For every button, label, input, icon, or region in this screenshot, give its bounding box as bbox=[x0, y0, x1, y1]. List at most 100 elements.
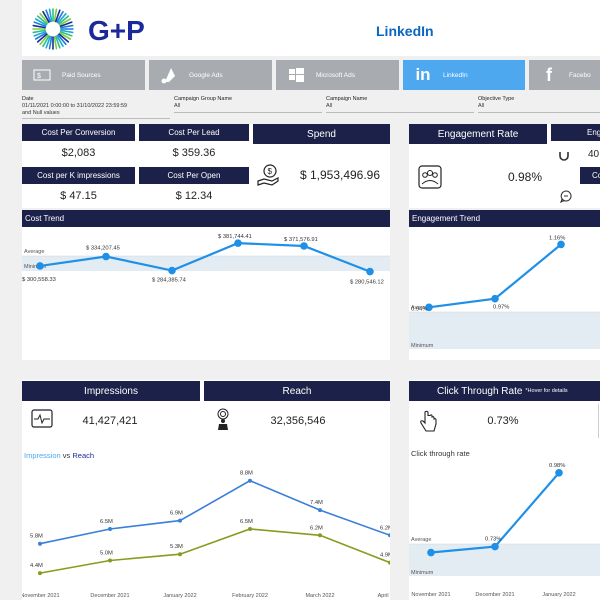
campaign-name-label: Campaign Name bbox=[326, 96, 368, 102]
average-label: Average bbox=[24, 249, 44, 255]
data-point bbox=[318, 533, 322, 538]
x-tick-label: April 2022 bbox=[378, 593, 390, 599]
kpi-spend-value: $ 1,953,496.96 bbox=[299, 168, 381, 182]
data-label: 6.5M bbox=[240, 519, 253, 525]
facebook-icon: f bbox=[546, 64, 552, 85]
x-tick-label: January 2022 bbox=[542, 592, 575, 598]
objective-type-label: Objective Type bbox=[478, 96, 515, 102]
x-tick-label: November 2021 bbox=[411, 592, 450, 598]
kpi-eng-header: Eng bbox=[551, 124, 600, 141]
pulse-monitor-icon bbox=[30, 408, 54, 435]
click-through-rate-chart: Average Minimum 0.73% 0.98% November 2021 Dec… bbox=[409, 463, 600, 598]
kpi-reach-value: 32,356,546 bbox=[270, 415, 326, 427]
linkedin-logo: LinkedIn bbox=[376, 22, 434, 40]
data-label: 5.8M bbox=[30, 534, 43, 540]
campaign-group-label: Campaign Group Name bbox=[174, 96, 233, 102]
kpi-engagement-rate-value: 0.98% bbox=[507, 170, 543, 184]
ctr-panel-divider bbox=[598, 404, 599, 438]
svg-text:$: $ bbox=[37, 73, 41, 80]
gp-logo-burst-icon: G+P bbox=[32, 8, 145, 50]
kpi-impressions-header: Impressions bbox=[22, 381, 200, 401]
kpi-ctr-value: 0.73% bbox=[487, 415, 519, 427]
kpi-ctr-hint: *Hover for details bbox=[525, 388, 568, 394]
vs-word: vs bbox=[60, 451, 73, 460]
impression-vs-reach-chart: 5.8M 6.5M 6.9M 8.8M 7.4M 6.2M 4.4M 5.0M 5.3M 6.5M… bbox=[22, 471, 390, 599]
brand-text: G+P bbox=[88, 15, 145, 46]
data-point bbox=[427, 548, 435, 557]
linkedin-wordmark: LinkedIn bbox=[376, 23, 434, 39]
x-tick-label: March 2022 bbox=[305, 593, 334, 599]
kpi-ctr-header: Click Through Rate *Hover for details bbox=[409, 381, 600, 401]
data-label: 1.16% bbox=[549, 235, 565, 241]
minimum-label: Minimum bbox=[411, 343, 434, 349]
cost-trend-title: Cost Trend bbox=[22, 210, 390, 227]
money-hand-icon: $ bbox=[256, 162, 282, 193]
data-point bbox=[102, 252, 110, 261]
kpi-reach-header: Reach bbox=[204, 381, 390, 401]
date-filter-value: 01/11/2021 0:00:00 to 31/10/2022 23:59:5… bbox=[22, 103, 128, 109]
gp-logo: G+P bbox=[30, 6, 150, 52]
minimum-band bbox=[409, 312, 600, 349]
data-label: $ 371,576.91 bbox=[284, 237, 318, 243]
x-tick-label: November 2021 bbox=[22, 593, 60, 599]
data-label: 6.2M bbox=[380, 525, 390, 531]
data-point bbox=[38, 541, 42, 546]
kpi-engagement-rate-header: Engagement Rate bbox=[409, 124, 547, 144]
data-point bbox=[248, 527, 252, 531]
data-point bbox=[234, 239, 242, 247]
x-tick-label: December 2021 bbox=[475, 592, 514, 598]
data-point bbox=[36, 262, 44, 270]
data-label: 5.0M bbox=[100, 551, 113, 557]
tab-linkedin[interactable]: in LinkedIn bbox=[403, 60, 525, 90]
campaign-name-filter[interactable]: Campaign Name All bbox=[326, 96, 474, 110]
data-point bbox=[248, 478, 252, 483]
data-label: $ 280,546.12 bbox=[350, 280, 384, 286]
kpi-cost-per-lead-header: Cost Per Lead bbox=[139, 124, 249, 141]
kpi-cost-per-k-impressions-value: $ 47.15 bbox=[60, 190, 97, 202]
tab-google-ads[interactable]: Google Ads bbox=[149, 60, 272, 90]
svg-text:$: $ bbox=[268, 167, 273, 176]
impression-vs-reach-title: Impression vs Reach bbox=[24, 451, 94, 460]
filter-divider bbox=[478, 112, 600, 113]
kpi-impressions-value: 41,427,421 bbox=[82, 415, 138, 427]
tab-paid-sources[interactable]: $ Paid Sources bbox=[22, 60, 145, 90]
tab-label: Paid Sources bbox=[62, 71, 101, 79]
linkedin-icon: in bbox=[415, 65, 431, 84]
data-label: 4.4M bbox=[30, 563, 43, 569]
data-point bbox=[318, 508, 322, 513]
data-label: 6.5M bbox=[100, 519, 113, 525]
campaign-group-filter[interactable]: Campaign Group Name All bbox=[174, 96, 322, 110]
data-label: 6.2M bbox=[310, 525, 323, 531]
filter-divider bbox=[174, 112, 322, 113]
data-point bbox=[366, 267, 374, 276]
data-label: $ 381,744.41 bbox=[218, 234, 252, 240]
data-point bbox=[178, 518, 182, 523]
tab-label: Microsoft Ads bbox=[316, 71, 356, 79]
objective-type-filter[interactable]: Objective Type All bbox=[478, 96, 600, 110]
campaign-name-value: All bbox=[326, 103, 333, 109]
tab-facebook[interactable]: f Facebo bbox=[529, 60, 600, 90]
average-label: Average bbox=[411, 537, 431, 543]
magnet-icon bbox=[557, 148, 571, 167]
data-point bbox=[108, 527, 112, 531]
data-label: $ 334,207.45 bbox=[86, 246, 120, 252]
date-filter[interactable]: Date 01/11/2021 0:00:00 to 31/10/2022 23… bbox=[22, 96, 170, 117]
data-label: 0.94% bbox=[411, 306, 427, 312]
x-tick-label: February 2022 bbox=[232, 593, 268, 599]
objective-type-value: All bbox=[478, 103, 485, 109]
data-point bbox=[557, 240, 565, 249]
data-point bbox=[168, 266, 176, 275]
x-tick-label: January 2022 bbox=[163, 593, 196, 599]
google-ads-icon bbox=[149, 66, 189, 84]
data-point bbox=[108, 558, 112, 563]
kpi-cost-per-conversion-value: $2,083 bbox=[61, 147, 96, 159]
tab-label: Google Ads bbox=[189, 71, 223, 79]
kpi-eng-value: 40 bbox=[588, 148, 600, 160]
impression-word: Impression bbox=[24, 451, 61, 460]
data-point bbox=[178, 552, 182, 557]
engagement-trend-chart: AverageMinimum0.94% 0.97%1.16% bbox=[409, 235, 600, 349]
kpi-spend-header: Spend bbox=[253, 124, 390, 144]
tab-microsoft-ads[interactable]: Microsoft Ads bbox=[276, 60, 399, 90]
data-label: 5.3M bbox=[170, 544, 183, 550]
kpi-cost-per-open-value: $ 12.34 bbox=[175, 190, 213, 202]
